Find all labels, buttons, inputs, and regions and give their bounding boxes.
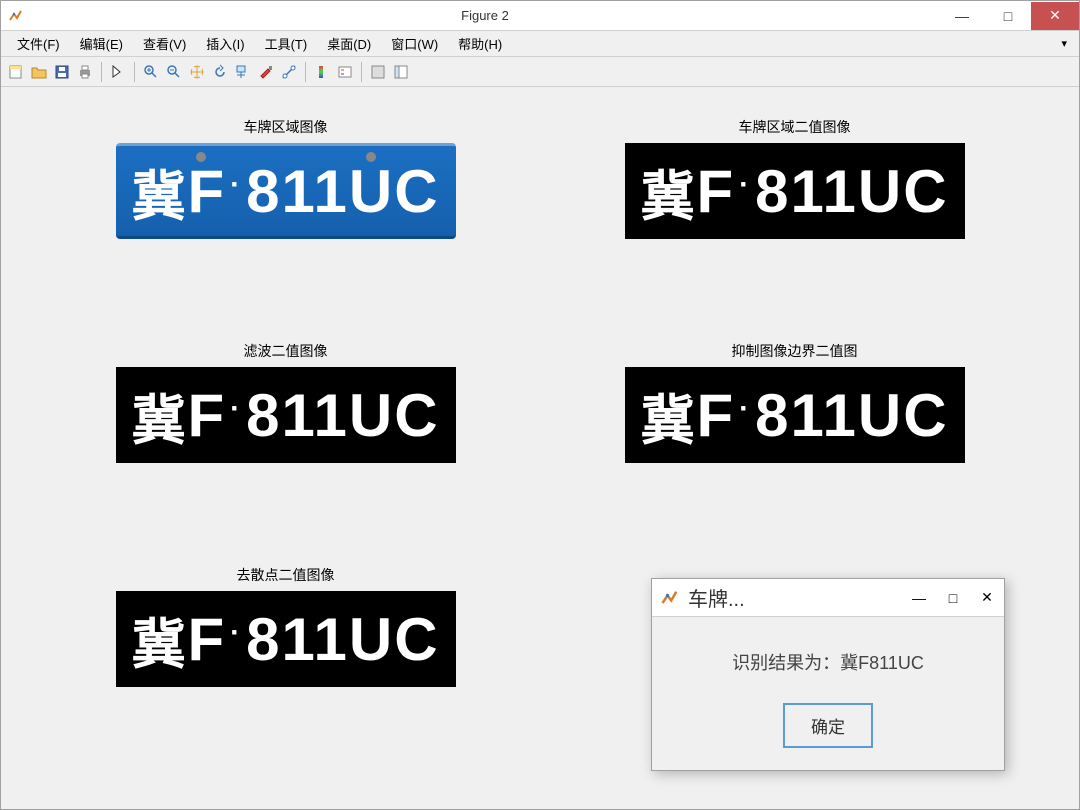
menubar: 文件(F) 编辑(E) 查看(V) 插入(I) 工具(T) 桌面(D) 窗口(W… <box>1 31 1079 57</box>
titlebar: Figure 2 — □ ✕ <box>1 1 1079 31</box>
dialog-result-text: 识别结果为：冀F811UC <box>672 649 984 675</box>
matlab-icon <box>7 7 25 25</box>
plate-image-suppressed: 冀F·811UC <box>625 367 965 463</box>
subplot-title: 车牌区域二值图像 <box>739 117 851 137</box>
print-button[interactable] <box>74 61 96 83</box>
new-figure-button[interactable] <box>5 61 27 83</box>
maximize-button[interactable]: □ <box>985 2 1031 30</box>
plate-image-binary: 冀F·811UC <box>625 143 965 239</box>
figure-window: Figure 2 — □ ✕ 文件(F) 编辑(E) 查看(V) 插入(I) 工… <box>0 0 1080 810</box>
subplot-filtered: 滤波二值图像 冀F·811UC <box>61 341 510 535</box>
subplot-title: 去散点二值图像 <box>237 565 335 585</box>
subplot-title: 滤波二值图像 <box>244 341 328 361</box>
insert-colorbar-button[interactable] <box>311 61 333 83</box>
close-button[interactable]: ✕ <box>1031 2 1079 30</box>
brush-button[interactable] <box>255 61 277 83</box>
save-button[interactable] <box>51 61 73 83</box>
subplot-despeckled: 去散点二值图像 冀F·811UC <box>61 565 510 759</box>
menu-view[interactable]: 查看(V) <box>133 31 196 56</box>
dialog-titlebar: 车牌... — □ ✕ <box>652 579 1004 617</box>
zoom-out-button[interactable] <box>163 61 185 83</box>
window-title: Figure 2 <box>31 8 939 23</box>
dialog-minimize-button[interactable]: — <box>902 583 936 613</box>
dialog-close-button[interactable]: ✕ <box>970 583 1004 613</box>
subplot-suppressed: 抑制图像边界二值图 冀F·811UC <box>570 341 1019 535</box>
subplot-title: 抑制图像边界二值图 <box>732 341 858 361</box>
edit-plot-button[interactable] <box>107 61 129 83</box>
subplot-binary: 车牌区域二值图像 冀F·811UC <box>570 117 1019 311</box>
menu-tools[interactable]: 工具(T) <box>255 31 318 56</box>
rotate-button[interactable] <box>209 61 231 83</box>
menu-insert[interactable]: 插入(I) <box>196 31 254 56</box>
plate-image-despeckled: 冀F·811UC <box>116 591 456 687</box>
plate-image-color: 冀F·811UC <box>116 143 456 239</box>
show-plot-tools-button[interactable] <box>390 61 412 83</box>
open-button[interactable] <box>28 61 50 83</box>
subplot-title: 车牌区域图像 <box>244 117 328 137</box>
window-controls: — □ ✕ <box>939 2 1079 30</box>
menu-edit[interactable]: 编辑(E) <box>70 31 133 56</box>
result-dialog: 车牌... — □ ✕ 识别结果为：冀F811UC 确定 <box>651 578 1005 771</box>
insert-legend-button[interactable] <box>334 61 356 83</box>
minimize-button[interactable]: — <box>939 2 985 30</box>
menu-help[interactable]: 帮助(H) <box>448 31 512 56</box>
menu-window[interactable]: 窗口(W) <box>381 31 448 56</box>
menu-overflow-icon[interactable]: ▾ <box>1061 37 1073 50</box>
zoom-in-button[interactable] <box>140 61 162 83</box>
menu-file[interactable]: 文件(F) <box>7 31 70 56</box>
data-cursor-button[interactable] <box>232 61 254 83</box>
matlab-icon <box>660 588 680 608</box>
menu-desktop[interactable]: 桌面(D) <box>317 31 381 56</box>
dialog-title: 车牌... <box>688 583 902 612</box>
hide-plot-tools-button[interactable] <box>367 61 389 83</box>
dialog-maximize-button[interactable]: □ <box>936 583 970 613</box>
link-button[interactable] <box>278 61 300 83</box>
ok-button[interactable]: 确定 <box>783 703 873 748</box>
subplot-plate-region: 车牌区域图像 冀F·811UC <box>61 117 510 311</box>
figure-canvas: 车牌区域图像 冀F·811UC 车牌区域二值图像 冀F·811UC 滤波二值图像… <box>1 87 1079 809</box>
plate-image-filtered: 冀F·811UC <box>116 367 456 463</box>
pan-button[interactable] <box>186 61 208 83</box>
toolbar <box>1 57 1079 87</box>
